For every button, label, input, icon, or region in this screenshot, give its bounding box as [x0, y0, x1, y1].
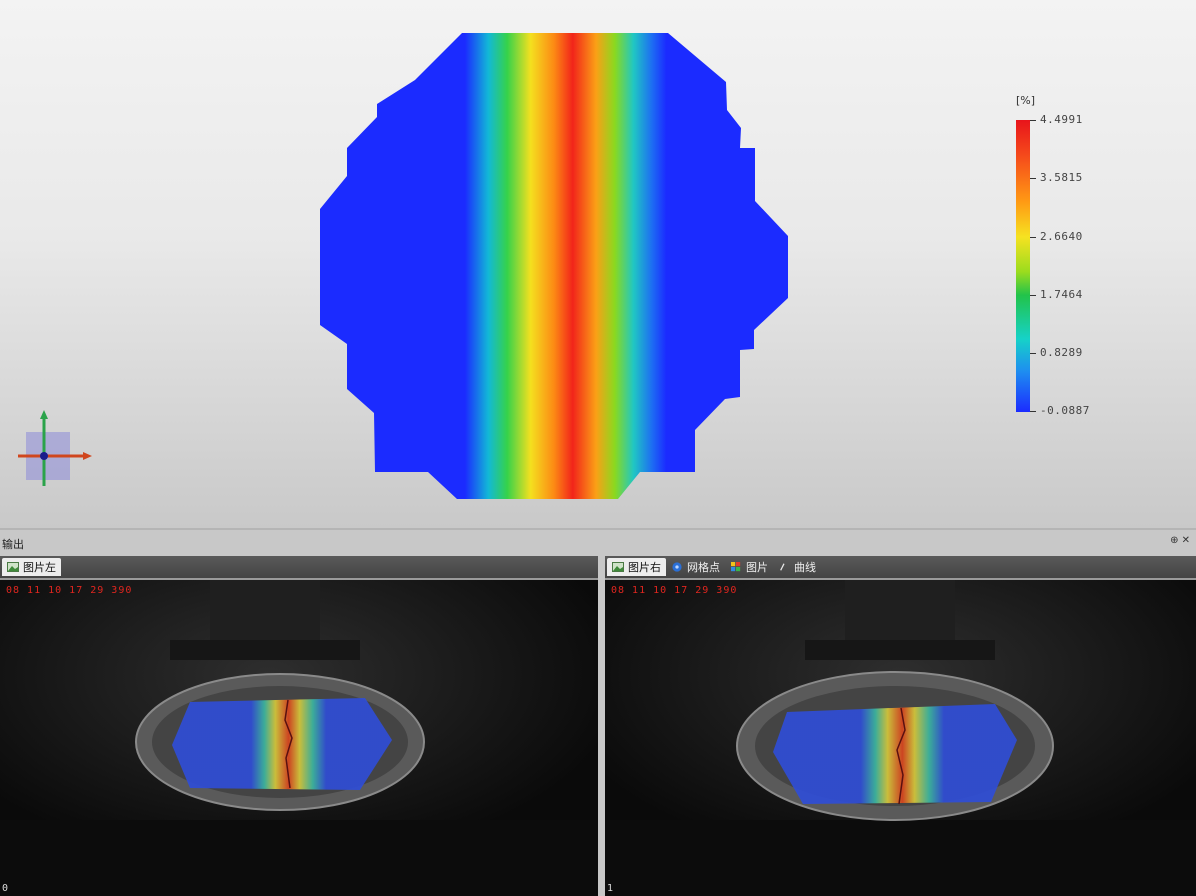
- colorbar-tick: [1030, 353, 1036, 354]
- image-icon: [7, 562, 19, 572]
- panel-window-controls[interactable]: ⊕ ✕: [1170, 535, 1190, 546]
- tab-images[interactable]: 图片: [725, 558, 773, 576]
- colorbar-label: 1.7464: [1040, 288, 1083, 301]
- left-camera-photo: [0, 580, 598, 896]
- tab-label: 网格点: [687, 561, 720, 574]
- tab-grid-points[interactable]: 网格点: [666, 558, 725, 576]
- panel-title: 输出: [2, 538, 24, 551]
- tab-label: 图片右: [628, 561, 661, 574]
- colorbar-label: 2.6640: [1040, 230, 1083, 243]
- colorbar-label: 0.8289: [1040, 346, 1083, 359]
- tab-image-right[interactable]: 图片右: [607, 558, 666, 576]
- colorbar-label-min: -0.0887: [1040, 404, 1090, 417]
- colorbar-tick: [1030, 120, 1036, 121]
- image-icon: [612, 562, 624, 572]
- colorbar-tick: [1030, 178, 1036, 179]
- grid-icon: [672, 562, 682, 572]
- tab-image-left[interactable]: 图片左: [2, 558, 61, 576]
- colorbar-unit: [%]: [1016, 94, 1036, 107]
- colorbar-tick: [1030, 295, 1036, 296]
- colorbar-gradient: [1016, 120, 1030, 412]
- right-camera-pane: 图片右 网格点 图片 曲线 08 11 10 17 29 390 1: [605, 556, 1196, 896]
- strain-viewport[interactable]: [%] 4.4991 3.5815 2.6640 1.7464 0.8289 -…: [0, 0, 1196, 528]
- tab-curve[interactable]: 曲线: [773, 558, 821, 576]
- tab-label: 曲线: [794, 561, 816, 574]
- left-timestamp: 08 11 10 17 29 390: [6, 585, 133, 596]
- right-tab-bar: 图片右 网格点 图片 曲线: [605, 556, 1196, 580]
- axis-triad-icon: [18, 410, 92, 486]
- curve-icon: [780, 563, 785, 571]
- tiles-icon: [731, 562, 741, 572]
- right-timestamp: 08 11 10 17 29 390: [611, 585, 738, 596]
- tab-label: 图片左: [23, 561, 56, 574]
- colorbar-tick: [1030, 237, 1036, 238]
- left-camera-pane: 图片左 08 11 10 17 29 390 0: [0, 556, 598, 896]
- colorbar-label-max: 4.4991: [1040, 113, 1083, 126]
- colorbar-tick: [1030, 411, 1036, 412]
- left-tab-bar: 图片左: [0, 556, 598, 580]
- right-camera-photo: [605, 580, 1196, 896]
- specimen-strain-polygon: [320, 33, 788, 499]
- strain-colorbar: [%] 4.4991 3.5815 2.6640 1.7464 0.8289 -…: [1012, 94, 1132, 424]
- left-camera-image[interactable]: 08 11 10 17 29 390 0: [0, 580, 598, 896]
- output-panel: 输出 ⊕ ✕ 图片左 08 11 10 17 29 390 0 图片右 网格点 …: [0, 528, 1196, 896]
- tab-label: 图片: [746, 561, 768, 574]
- left-frame-number: 0: [2, 883, 9, 894]
- right-camera-image[interactable]: 08 11 10 17 29 390 1: [605, 580, 1196, 896]
- colorbar-label: 3.5815: [1040, 171, 1083, 184]
- right-frame-number: 1: [607, 883, 614, 894]
